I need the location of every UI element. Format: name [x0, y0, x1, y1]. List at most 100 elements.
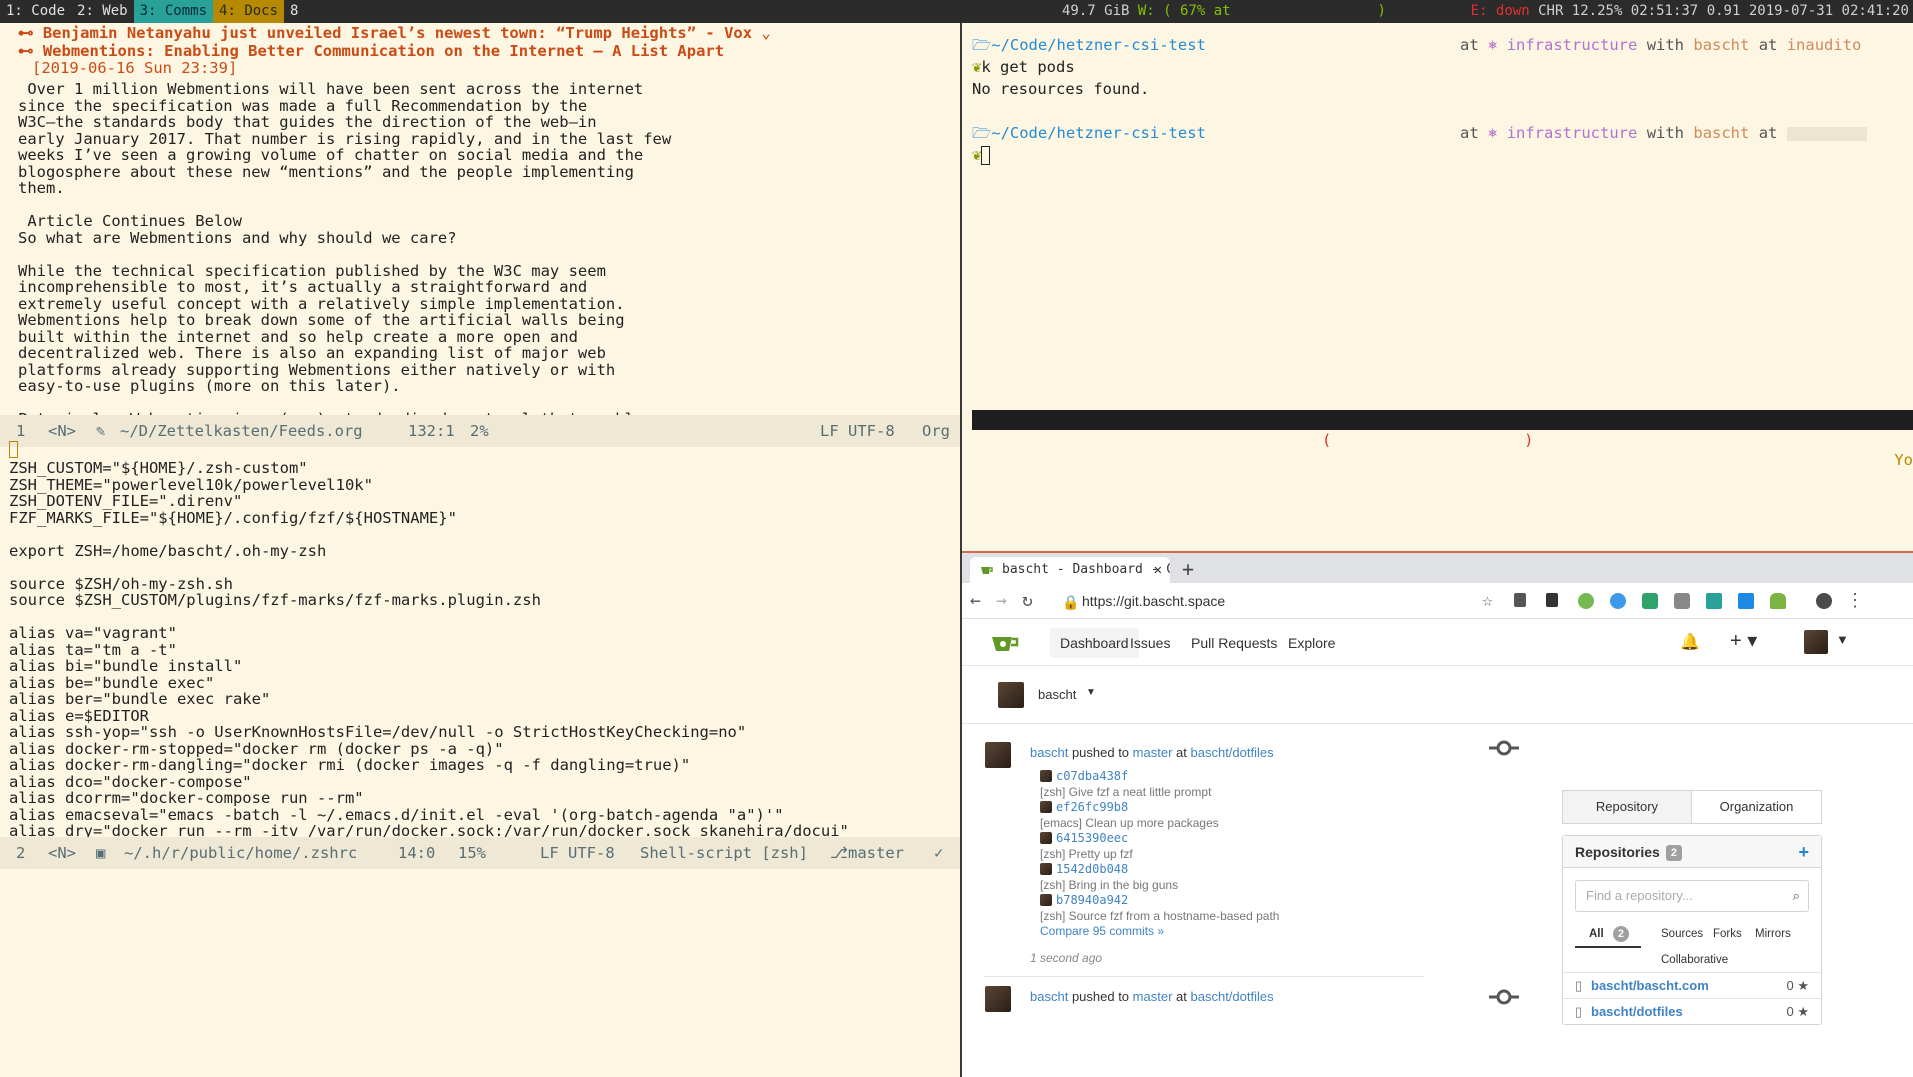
- reload-icon[interactable]: ↻: [1022, 591, 1033, 611]
- commit-avatar: [1040, 863, 1052, 875]
- user-avatar[interactable]: [1804, 630, 1828, 654]
- bookmark-star-icon[interactable]: ☆: [1482, 591, 1493, 611]
- filter-mirrors[interactable]: Mirrors: [1755, 928, 1791, 940]
- forward-icon[interactable]: →: [996, 591, 1007, 611]
- repo-link[interactable]: bascht/dotfiles: [1591, 999, 1683, 1025]
- system-info: 49.7 GiB W: ( 67% at ): [1062, 0, 1386, 23]
- repo-row[interactable]: ▯ bascht/dotfiles 0 ★: [1563, 998, 1821, 1024]
- pocket-extension-icon[interactable]: [1674, 593, 1690, 609]
- modeline-bottom: 2 <N> ▣ ~/.h/r/public/home/.zshrc 14:0 1…: [0, 837, 960, 869]
- profile-avatar-icon[interactable]: [1816, 593, 1832, 609]
- commit-sha-link[interactable]: b78940a942: [1056, 893, 1128, 907]
- emacs-frame[interactable]: ⊷ Benjamin Netanyahu just unveiled Israe…: [0, 23, 960, 1077]
- filter-forks[interactable]: Forks: [1713, 928, 1742, 940]
- commit-sha-link[interactable]: 1542d0b048: [1056, 862, 1128, 876]
- folder-icon: 🗁: [972, 124, 992, 142]
- feed-branch-link[interactable]: master: [1133, 745, 1173, 760]
- major-mode: Shell-script [zsh]: [640, 844, 808, 862]
- blue2-extension-icon[interactable]: [1738, 593, 1754, 609]
- context-dropdown-icon[interactable]: ▼: [1086, 687, 1096, 698]
- code-line: export ZSH=/home/bascht/.oh-my-zsh: [9, 541, 327, 560]
- commit-sha-link[interactable]: ef26fc99b8: [1056, 800, 1128, 814]
- buffer-file: ~/D/Zettelkasten/Feeds.org: [120, 422, 363, 440]
- tmux-right-status: Yo: [1894, 451, 1913, 469]
- terminal[interactable]: 🗁~/Code/hetzner-csi-test at ⎈ infrastruc…: [962, 23, 1913, 553]
- add-repo-plus-icon[interactable]: +: [1798, 836, 1809, 868]
- feed-repo-link[interactable]: bascht/dotfiles: [1191, 745, 1274, 760]
- system-status: E: down CHR 12.25% 02:51:37 0.91 2019-07…: [1471, 0, 1909, 23]
- commit-message: [zsh] Bring in the big guns: [1040, 878, 1179, 892]
- commit-sha-link[interactable]: 6415390eec: [1056, 831, 1128, 845]
- create-new-plus-icon[interactable]: + ▾: [1730, 628, 1757, 653]
- commit-icon: [1489, 989, 1519, 1005]
- context-switcher[interactable]: bascht ▼: [962, 666, 1913, 724]
- address-bar[interactable]: https://git.bascht.space: [1082, 591, 1225, 611]
- menu-icon[interactable]: ⋮: [1846, 591, 1864, 611]
- terminal-icon: ▣: [96, 844, 106, 862]
- nav-pull-requests[interactable]: Pull Requests: [1181, 628, 1287, 658]
- blue-extension-icon[interactable]: [1610, 593, 1626, 609]
- cursor-position: 132:1: [408, 422, 455, 440]
- filter-collaborative[interactable]: Collaborative: [1661, 954, 1728, 966]
- encoding: LF UTF-8: [540, 844, 615, 862]
- workspace-3[interactable]: 3: Comms: [133, 0, 214, 23]
- feed-actor-link[interactable]: bascht: [1030, 745, 1068, 760]
- feed-repo-link[interactable]: bascht/dotfiles: [1191, 989, 1274, 1004]
- sprout-extension-icon[interactable]: [1770, 593, 1786, 609]
- green-extension-icon[interactable]: [1578, 593, 1594, 609]
- ethernet-status: E: down: [1470, 3, 1530, 19]
- compare-commits-link[interactable]: Compare 95 commits »: [1040, 924, 1164, 938]
- org-heading-1[interactable]: ⊷ Benjamin Netanyahu just unveiled Israe…: [18, 23, 771, 43]
- org-body-line: easy-to-use plugins (more on this later)…: [18, 377, 401, 395]
- tab-organization[interactable]: Organization: [1691, 790, 1822, 824]
- context-user[interactable]: bascht: [1038, 687, 1076, 702]
- commit-message: [zsh] Pretty up fzf: [1040, 847, 1133, 861]
- pin-extension-icon[interactable]: [1514, 593, 1526, 607]
- workspace-1[interactable]: 1: Code: [0, 0, 71, 23]
- new-tab-button[interactable]: +: [1182, 557, 1194, 581]
- back-icon[interactable]: ←: [970, 591, 981, 611]
- search-icon: ⌕: [1792, 888, 1800, 903]
- input-line[interactable]: ❦: [972, 144, 991, 166]
- disk-usage: 49.7 GiB: [1062, 3, 1130, 19]
- repo-row[interactable]: ▯ bascht/bascht.com 0 ★: [1563, 972, 1821, 998]
- evil-state: <N>: [48, 844, 76, 862]
- vue-extension-icon[interactable]: [1706, 593, 1722, 609]
- find-repo-input[interactable]: Find a repository... ⌕: [1575, 880, 1809, 912]
- workspace-4[interactable]: 4: Docs: [213, 0, 285, 23]
- filter-sources[interactable]: Sources: [1661, 928, 1703, 940]
- notifications-bell-icon[interactable]: 🔔: [1680, 632, 1700, 652]
- commit-sha-link[interactable]: c07dba438f: [1056, 769, 1128, 783]
- feed-branch-link[interactable]: master: [1133, 989, 1173, 1004]
- nav-explore[interactable]: Explore: [1278, 628, 1345, 658]
- s-extension-icon[interactable]: [1642, 593, 1658, 609]
- tab-repository[interactable]: Repository: [1562, 790, 1692, 824]
- workspace-2[interactable]: 2: Web: [71, 0, 134, 23]
- user-menu-chevron-icon[interactable]: ▼: [1836, 632, 1849, 647]
- buffer-percent: 15%: [458, 844, 486, 862]
- browser-tab[interactable]: bascht - Dashboard - G ✕: [970, 557, 1170, 583]
- filter-all[interactable]: All 2: [1589, 926, 1630, 942]
- repo-link[interactable]: bascht/bascht.com: [1591, 973, 1709, 999]
- wifi-status-end: ): [1377, 3, 1386, 19]
- commit-message: [zsh] Source fzf from a hostname-based p…: [1040, 909, 1280, 923]
- nav-issues[interactable]: Issues: [1120, 628, 1180, 658]
- org-timestamp: [2019-06-16 Sun 23:39]: [32, 59, 238, 77]
- workspace-8[interactable]: 8: [284, 0, 304, 23]
- load-average: 0.91: [1706, 3, 1741, 19]
- gitea-navbar: Dashboard Issues Pull Requests Explore 🔔…: [962, 620, 1913, 666]
- repo-stars: 0 ★: [1786, 1004, 1809, 1019]
- commit-message: [zsh] Give fzf a neat little prompt: [1040, 785, 1212, 799]
- repositories-box: Repositories 2 + Find a repository... ⌕ Al…: [1562, 835, 1822, 1025]
- gitea-logo-icon[interactable]: [990, 632, 1020, 654]
- buffer-file: ~/.h/r/public/home/.zshrc: [124, 844, 358, 862]
- pin2-extension-icon[interactable]: [1546, 593, 1558, 607]
- feed-avatar: [985, 986, 1011, 1012]
- prompt-line-2: 🗁~/Code/hetzner-csi-test: [972, 124, 1206, 142]
- feed-actor-link[interactable]: bascht: [1030, 989, 1068, 1004]
- modeline-top: 1 <N> ✎ ~/D/Zettelkasten/Feeds.org 132:1…: [0, 415, 960, 447]
- commit-avatar: [1040, 770, 1052, 782]
- commit-avatar: [1040, 801, 1052, 813]
- close-tab-icon[interactable]: ✕: [1154, 557, 1162, 583]
- tmux-window[interactable]: (1* ⁂ ..zner-csi-test): [1322, 430, 1534, 450]
